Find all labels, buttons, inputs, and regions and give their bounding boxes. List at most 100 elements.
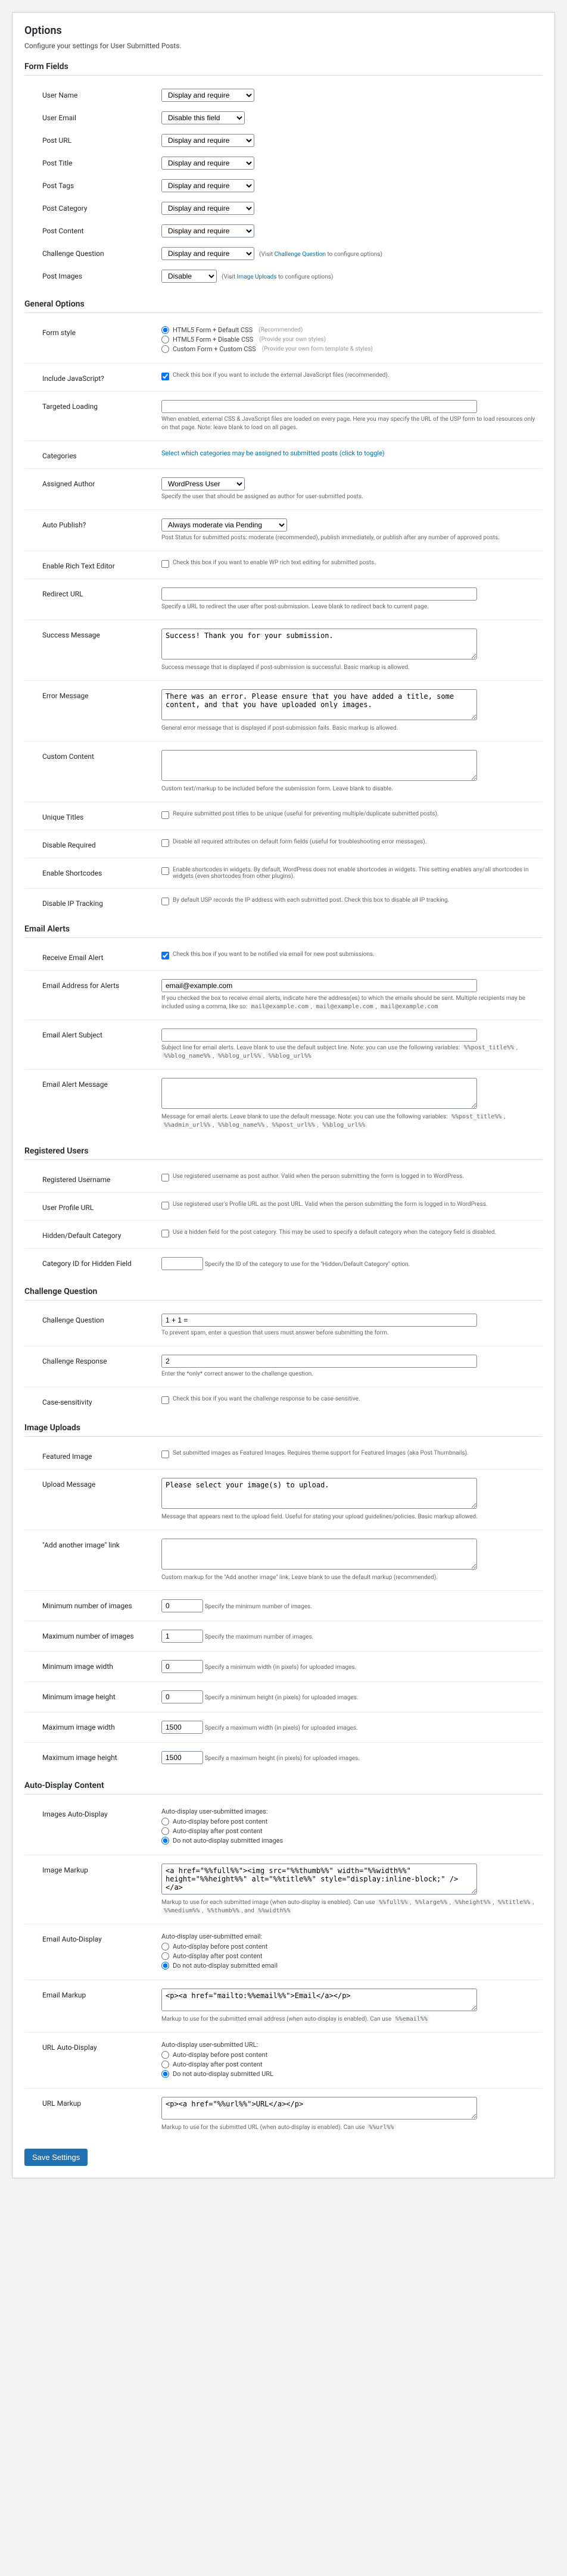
textarea-add-another[interactable] bbox=[161, 1539, 477, 1570]
input-redirect-url[interactable] bbox=[161, 587, 477, 601]
radio-url-after[interactable] bbox=[161, 2061, 169, 2068]
lead-email-auto: Auto-display user-submitted email: bbox=[161, 1933, 543, 1940]
label-reg-username: Registered Username bbox=[42, 1173, 161, 1184]
radio-fs-custom[interactable] bbox=[161, 345, 169, 353]
label-success-msg: Success Message bbox=[42, 629, 161, 639]
textarea-url-markup[interactable]: <p><a href="%%url%%">URL</a></p> bbox=[161, 2097, 477, 2119]
checkbox-reg-username[interactable] bbox=[161, 1174, 169, 1181]
textarea-custom-content[interactable] bbox=[161, 750, 477, 781]
textarea-error-msg[interactable]: There was an error. Please ensure that y… bbox=[161, 689, 477, 720]
checkbox-cq-case[interactable] bbox=[161, 1396, 169, 1404]
checkbox-rich-text[interactable] bbox=[161, 560, 169, 568]
checkbox-hidden-cat[interactable] bbox=[161, 1230, 169, 1237]
textarea-email-markup[interactable]: <p><a href="mailto:%%email%%">Email</a><… bbox=[161, 1989, 477, 2011]
textarea-img-markup[interactable]: <a href="%%full%%"><img src="%%thumb%%" … bbox=[161, 1864, 477, 1895]
checkbox-disable-required[interactable] bbox=[161, 839, 169, 847]
hint-success-msg: Success message that is displayed if pos… bbox=[161, 664, 543, 672]
select-user-email[interactable]: Disable this field bbox=[161, 111, 245, 124]
hint-alert-message: Message for email alerts. Leave blank to… bbox=[161, 1113, 543, 1130]
hint-add-another: Custom markup for the "Add another image… bbox=[161, 1574, 543, 1582]
checkbox-receive-alert[interactable] bbox=[161, 952, 169, 959]
lead-url-auto: Auto-display user-submitted URL: bbox=[161, 2041, 543, 2049]
label-targeted-loading: Targeted Loading bbox=[42, 400, 161, 411]
input-alert-address[interactable] bbox=[161, 979, 477, 992]
input-min-w[interactable] bbox=[161, 1660, 203, 1673]
label-rich-text: Enable Rich Text Editor bbox=[42, 559, 161, 570]
radio-email-none[interactable] bbox=[161, 1962, 169, 1969]
hint-cq-question: To prevent spam, enter a question that u… bbox=[161, 1329, 543, 1337]
label-url-auto: URL Auto-Display bbox=[42, 2041, 161, 2052]
hint-cq-response: Enter the *only* correct answer to the c… bbox=[161, 1370, 543, 1378]
input-min-h[interactable] bbox=[161, 1690, 203, 1703]
select-assigned-author[interactable]: WordPress User bbox=[161, 477, 245, 490]
hint-email-markup: Markup to use for the submitted email ad… bbox=[161, 2015, 543, 2024]
label-receive-alert: Receive Email Alert bbox=[42, 951, 161, 962]
hint-targeted-loading: When enabled, external CSS & JavaScript … bbox=[161, 415, 543, 432]
label-cq-response: Challenge Response bbox=[42, 1355, 161, 1365]
label-max-num: Maximum number of images bbox=[42, 1630, 161, 1640]
radio-fs-default[interactable] bbox=[161, 326, 169, 334]
radio-img-none[interactable] bbox=[161, 1837, 169, 1845]
label-categories: Categories bbox=[42, 449, 161, 460]
select-post-content[interactable]: Display and require bbox=[161, 224, 254, 237]
textarea-upload-msg[interactable]: Please select your image(s) to upload. bbox=[161, 1478, 477, 1509]
hint-min-w: Specify a minimum width (in pixels) for … bbox=[205, 1664, 356, 1671]
hint-alert-subject: Subject line for email alerts. Leave bla… bbox=[161, 1044, 543, 1061]
textarea-success-msg[interactable]: Success! Thank you for your submission. bbox=[161, 629, 477, 659]
label-unique-titles: Unique Titles bbox=[42, 811, 161, 821]
label-post-content: Post Content bbox=[42, 224, 161, 235]
label-add-another: "Add another image" link bbox=[42, 1539, 161, 1549]
radio-url-none[interactable] bbox=[161, 2070, 169, 2078]
radio-img-after[interactable] bbox=[161, 1827, 169, 1835]
link-pi[interactable]: Image Uploads bbox=[237, 274, 277, 280]
select-post-category[interactable]: Display and require bbox=[161, 202, 254, 215]
select-user-name[interactable]: Display and require bbox=[161, 89, 254, 102]
save-button[interactable]: Save Settings bbox=[24, 2149, 88, 2166]
link-cq[interactable]: Challenge Question bbox=[275, 251, 326, 258]
hint-min-num: Specify the minimum number of images. bbox=[205, 1603, 312, 1610]
input-cat-id[interactable] bbox=[161, 1257, 203, 1270]
section-auto-display: Auto-Display Content bbox=[24, 1781, 543, 1795]
hint-cq: (Visit Challenge Question to configure o… bbox=[259, 251, 382, 258]
page-title: Options bbox=[24, 24, 543, 37]
select-challenge-question[interactable]: Display and require bbox=[161, 247, 254, 260]
radio-img-before[interactable] bbox=[161, 1818, 169, 1825]
section-image-uploads: Image Uploads bbox=[24, 1423, 543, 1437]
input-max-num[interactable] bbox=[161, 1630, 203, 1643]
label-challenge-question: Challenge Question bbox=[42, 247, 161, 258]
section-form-fields: Form Fields bbox=[24, 62, 543, 76]
checkbox-enable-shortcodes[interactable] bbox=[161, 867, 169, 875]
select-auto-publish[interactable]: Always moderate via Pending bbox=[161, 518, 287, 532]
input-targeted-loading[interactable] bbox=[161, 400, 477, 413]
input-cq-question[interactable] bbox=[161, 1314, 477, 1327]
select-post-url[interactable]: Display and require bbox=[161, 134, 254, 147]
hint-url-markup: Markup to use for the submitted URL (whe… bbox=[161, 2124, 543, 2132]
checkbox-profile-url[interactable] bbox=[161, 1202, 169, 1209]
label-custom-content: Custom Content bbox=[42, 750, 161, 761]
input-alert-subject[interactable] bbox=[161, 1028, 477, 1042]
input-max-h[interactable] bbox=[161, 1751, 203, 1764]
select-post-title[interactable]: Display and require bbox=[161, 157, 254, 170]
input-cq-response[interactable] bbox=[161, 1355, 477, 1368]
label-disable-required: Disable Required bbox=[42, 839, 161, 849]
radio-email-before[interactable] bbox=[161, 1943, 169, 1950]
checkbox-featured[interactable] bbox=[161, 1450, 169, 1458]
label-post-tags: Post Tags bbox=[42, 179, 161, 190]
radio-fs-disable[interactable] bbox=[161, 336, 169, 343]
label-featured: Featured Image bbox=[42, 1450, 161, 1461]
select-post-images[interactable]: Disable bbox=[161, 270, 217, 283]
label-disable-ip: Disable IP Tracking bbox=[42, 897, 161, 908]
textarea-alert-message[interactable] bbox=[161, 1078, 477, 1109]
input-max-w[interactable] bbox=[161, 1721, 203, 1734]
radio-email-after[interactable] bbox=[161, 1952, 169, 1960]
link-categories[interactable]: Select which categories may be assigned … bbox=[161, 449, 385, 457]
section-registered-users: Registered Users bbox=[24, 1146, 543, 1160]
checkbox-unique-titles[interactable] bbox=[161, 811, 169, 819]
radio-url-before[interactable] bbox=[161, 2051, 169, 2059]
checkbox-disable-ip[interactable] bbox=[161, 898, 169, 905]
select-post-tags[interactable]: Display and require bbox=[161, 179, 254, 192]
hint-custom-content: Custom text/markup to be included before… bbox=[161, 785, 543, 793]
checkbox-include-js[interactable] bbox=[161, 373, 169, 380]
input-min-num[interactable] bbox=[161, 1599, 203, 1612]
label-min-h: Minimum image height bbox=[42, 1690, 161, 1701]
